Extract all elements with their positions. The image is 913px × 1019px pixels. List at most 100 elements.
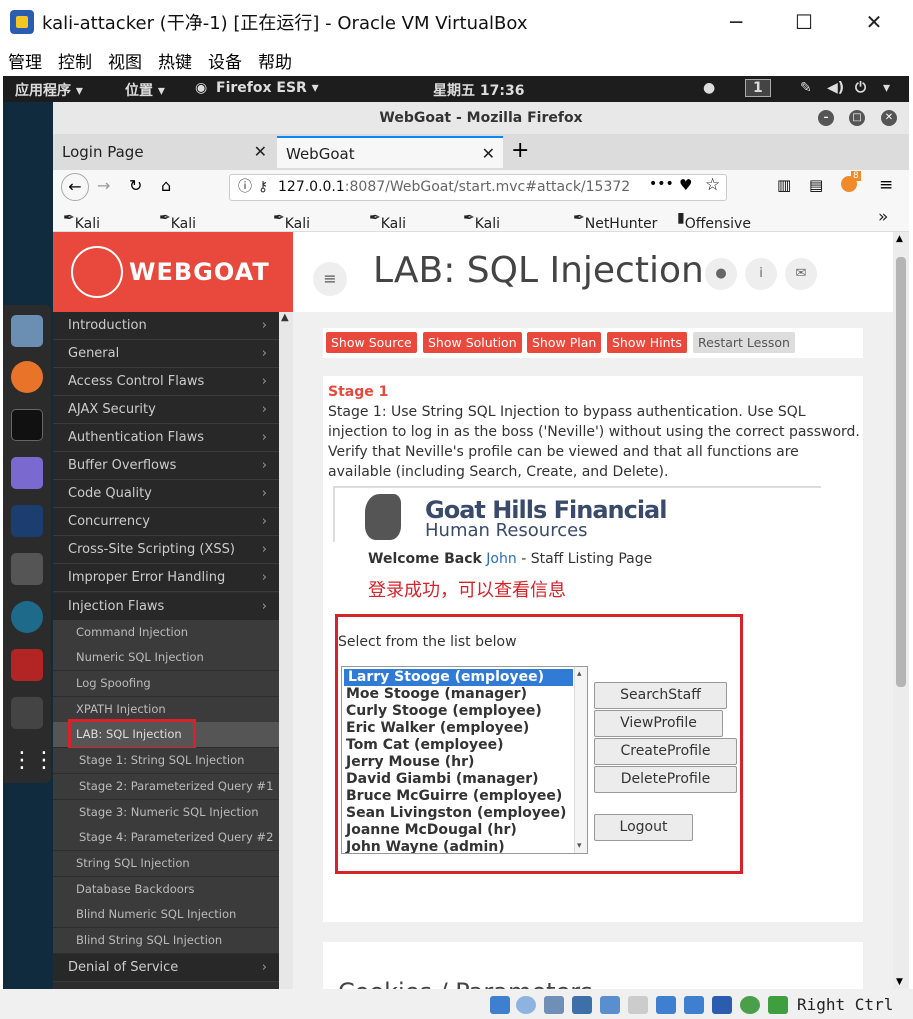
info-circle-icon[interactable]: i — [745, 258, 777, 290]
sidebar-item-denial-of-service[interactable]: Denial of Service › — [53, 954, 279, 982]
tab-webgoat[interactable]: WebGoat ✕ — [277, 136, 503, 168]
listbox-scrollbar[interactable]: ▴ ▾ — [574, 667, 587, 853]
sidebar-item-error-handling[interactable]: Improper Error Handling › — [53, 564, 279, 592]
sidebar-sub-blind-numeric[interactable]: Blind Numeric SQL Injection — [53, 902, 279, 927]
menu-control[interactable]: 控制 — [58, 48, 92, 73]
sidebar-item-authentication[interactable]: Authentication Flaws › — [53, 424, 279, 452]
places-menu[interactable]: 位置 ▾ — [125, 80, 165, 100]
power-icon[interactable]: ⏻ — [855, 80, 866, 96]
scroll-down-icon[interactable]: ▼ — [896, 977, 903, 987]
back-arrow-icon[interactable]: ← — [61, 173, 89, 201]
sidebar-item-general[interactable]: General › — [53, 340, 279, 368]
optical-drive-icon[interactable] — [516, 996, 536, 1014]
app-icon[interactable] — [11, 697, 43, 729]
list-item[interactable]: John Wayne (admin) — [342, 839, 587, 853]
sidebar-item-code-quality[interactable]: Code Quality › — [53, 480, 279, 508]
close-tab-icon[interactable]: ✕ — [254, 136, 267, 168]
bookmark-kali-tools[interactable]: ✒ Kali Tools — [273, 210, 319, 248]
burpsuite-icon[interactable] — [11, 553, 43, 585]
bookmark-kali-forums[interactable]: ✒ Kali Forums — [463, 210, 526, 248]
user-icon[interactable]: ● — [705, 258, 737, 290]
network-icon[interactable] — [572, 996, 592, 1014]
menu-hotkey[interactable]: 热键 — [158, 48, 192, 73]
terminal-icon[interactable] — [11, 409, 43, 441]
menu-view[interactable]: 视图 — [108, 48, 142, 73]
scroll-up-icon[interactable]: ▲ — [896, 234, 903, 244]
search-staff-button[interactable]: SearchStaff — [594, 682, 727, 709]
forward-arrow-icon[interactable]: → — [97, 176, 110, 195]
logout-button[interactable]: Logout — [594, 814, 693, 841]
firefox-app-menu[interactable]: Firefox ESR ▾ — [216, 80, 319, 96]
bookmarks-overflow-icon[interactable]: » — [878, 207, 888, 227]
new-tab-button[interactable]: + — [511, 138, 529, 163]
menu-toggle-icon[interactable]: ≡ — [313, 262, 347, 296]
cherrytree-icon[interactable] — [11, 649, 43, 681]
envelope-icon[interactable]: ✉ — [785, 258, 817, 290]
menu-manage[interactable]: 管理 — [8, 48, 42, 73]
staff-listbox[interactable]: Larry Stooge (employee) Moe Stooge (mana… — [341, 666, 588, 854]
clock[interactable]: 星期五 17:36 — [433, 80, 524, 100]
sidebar-sub-lab-sql[interactable]: LAB: SQL Injection — [53, 719, 279, 750]
hard-disk-icon[interactable] — [490, 996, 510, 1014]
sidebar-stage-3[interactable]: Stage 3: Numeric SQL Injection — [53, 800, 279, 825]
bookmark-nethunter[interactable]: ✒ NetHunter — [573, 210, 657, 232]
maximize-button[interactable]: ☐ — [786, 6, 822, 38]
page-actions-icon[interactable]: ••• — [649, 176, 674, 192]
home-icon[interactable]: ⌂ — [161, 176, 171, 195]
show-source-button[interactable]: Show Source — [326, 332, 417, 353]
audio-icon[interactable] — [544, 996, 564, 1014]
chevron-down-icon[interactable]: ▾ — [883, 80, 890, 96]
workspace-indicator[interactable]: 1 — [745, 79, 771, 97]
pocket-icon[interactable]: ♥ — [679, 176, 692, 194]
notes-icon[interactable] — [11, 457, 43, 489]
menu-help[interactable]: 帮助 — [258, 48, 292, 73]
menu-devices[interactable]: 设备 — [208, 48, 242, 73]
hamburger-menu-icon[interactable]: ≡ — [879, 175, 893, 195]
show-solution-button[interactable]: Show Solution — [423, 332, 522, 353]
sidebar-sub-database-backdoors[interactable]: Database Backdoors — [53, 877, 279, 902]
scroll-up-icon[interactable]: ▲ — [281, 312, 289, 323]
list-item[interactable]: Joanne McDougal (hr) — [342, 822, 587, 839]
sidebar-item-injection-flaws[interactable]: Injection Flaws › — [53, 593, 279, 621]
list-item[interactable]: Eric Walker (employee) — [342, 720, 587, 737]
chevron-down-icon[interactable]: ▾ — [577, 841, 582, 851]
ff-maximize-button[interactable]: □ — [849, 110, 865, 126]
sidebar-item-xss[interactable]: Cross-Site Scripting (XSS) › — [53, 536, 279, 564]
usb-icon[interactable] — [600, 996, 620, 1014]
sidebar-stage-1[interactable]: Stage 1: String SQL Injection — [53, 748, 279, 773]
shared-folders-icon[interactable] — [628, 996, 648, 1014]
page-scrollbar[interactable]: ▲ ▼ — [893, 232, 909, 989]
sidebar-sub-command-injection[interactable]: Command Injection — [53, 620, 279, 645]
display-icon[interactable] — [656, 996, 676, 1014]
sidebar-item-access-control[interactable]: Access Control Flaws › — [53, 368, 279, 396]
mouse-integration-icon[interactable] — [740, 996, 760, 1014]
list-item[interactable]: Bruce McGuirre (employee) — [342, 788, 587, 805]
show-hints-button[interactable]: Show Hints — [607, 332, 687, 353]
list-item[interactable]: Moe Stooge (manager) — [342, 686, 587, 703]
webgoat-logo[interactable]: WEBGOAT — [53, 232, 293, 312]
create-profile-button[interactable]: CreateProfile — [594, 738, 737, 765]
sidebar-sub-numeric-sql[interactable]: Numeric SQL Injection — [53, 645, 279, 670]
view-profile-button[interactable]: ViewProfile — [594, 710, 723, 737]
sidebar-stage-2[interactable]: Stage 2: Parameterized Query #1 — [53, 774, 279, 799]
keyboard-capture-icon[interactable] — [768, 996, 788, 1014]
sidebar-sub-log-spoofing[interactable]: Log Spoofing — [53, 671, 279, 696]
metasploit-icon[interactable] — [11, 505, 43, 537]
camera-icon[interactable]: ● — [703, 80, 715, 96]
firefox-dock-icon[interactable] — [11, 361, 43, 393]
close-tab-icon[interactable]: ✕ — [482, 138, 495, 170]
video-capture-icon[interactable] — [684, 996, 704, 1014]
minimize-button[interactable]: ─ — [718, 6, 754, 38]
show-apps-icon[interactable]: ⋮⋮ — [11, 745, 55, 777]
delete-profile-button[interactable]: DeleteProfile — [594, 766, 737, 793]
bookmark-kali-linux[interactable]: ✒ Kali Linux — [63, 210, 112, 248]
tab-login-page[interactable]: Login Page ✕ — [53, 136, 275, 168]
volume-icon[interactable]: ◀) — [827, 80, 844, 96]
eye-icon[interactable] — [11, 601, 43, 633]
sidebar-stage-4[interactable]: Stage 4: Parameterized Query #2 — [53, 825, 279, 850]
cpu-icon[interactable] — [712, 996, 732, 1014]
list-item[interactable]: Sean Livingston (employee) — [342, 805, 587, 822]
list-item[interactable]: Tom Cat (employee) — [342, 737, 587, 754]
sidebar-item-ajax[interactable]: AJAX Security › — [53, 396, 279, 424]
bookmark-offensive-security[interactable]: ▮ Offensive Security — [677, 210, 751, 248]
